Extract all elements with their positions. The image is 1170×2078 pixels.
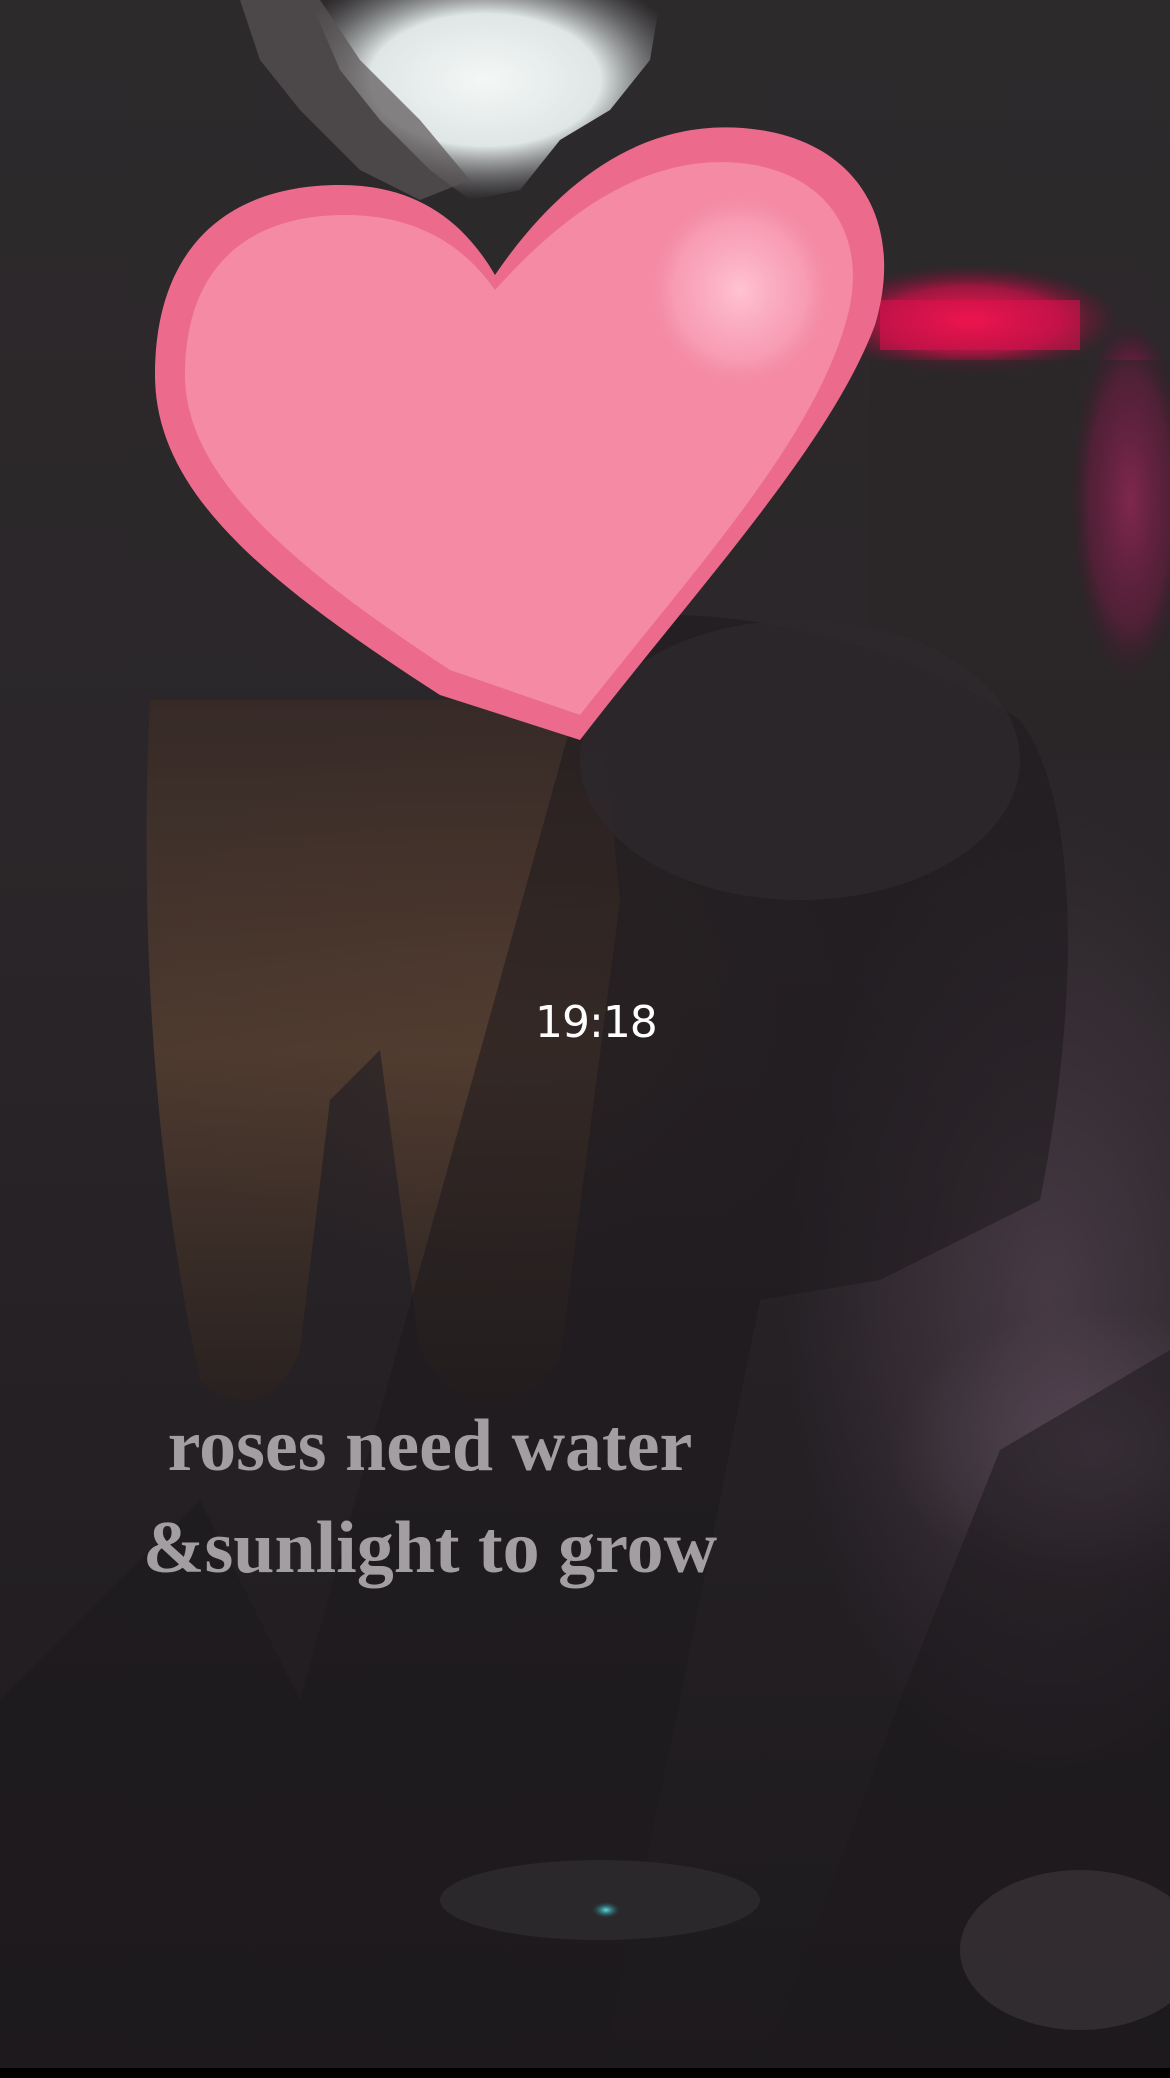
caption-line-2: &sunlight to grow <box>142 1507 718 1589</box>
story-view[interactable]: 19:18 roses need water &sunlight to grow <box>0 0 1170 2078</box>
story-caption: roses need water &sunlight to grow <box>80 1395 780 1599</box>
heart-sticker-icon[interactable] <box>140 115 900 755</box>
bottom-edge-bar <box>0 2068 1170 2078</box>
story-timestamp: 19:18 <box>535 997 658 1048</box>
caption-line-1: roses need water <box>167 1405 693 1487</box>
